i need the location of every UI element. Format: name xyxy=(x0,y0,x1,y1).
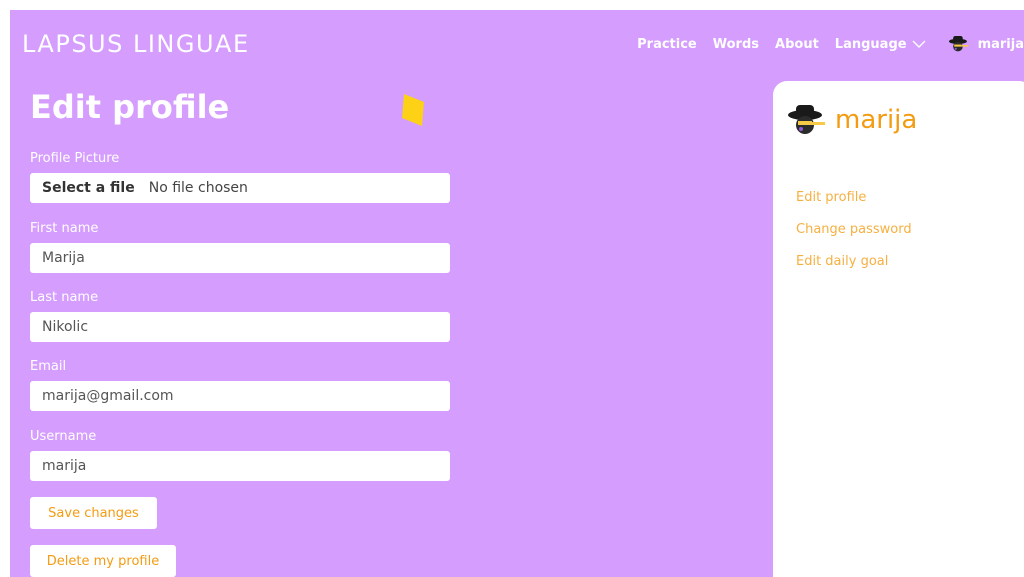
nav-about[interactable]: About xyxy=(775,37,819,52)
nav-practice[interactable]: Practice xyxy=(637,37,697,52)
sidebar-username: marija xyxy=(835,105,918,135)
sidebar-link-edit-profile[interactable]: Edit profile xyxy=(796,190,866,205)
sidebar-link-change-password[interactable]: Change password xyxy=(796,222,912,237)
nav-words[interactable]: Words xyxy=(713,37,759,52)
first-name-label: First name xyxy=(30,221,99,236)
save-changes-button[interactable]: Save changes xyxy=(30,497,157,529)
profile-picture-label: Profile Picture xyxy=(30,151,120,166)
delete-profile-button[interactable]: Delete my profile xyxy=(30,545,176,577)
file-status-text: No file chosen xyxy=(148,180,248,196)
profile-sidebar-card: marija Edit profile Change password Edit… xyxy=(773,81,1024,577)
yellow-diamond-icon xyxy=(402,94,424,126)
last-name-input[interactable] xyxy=(30,312,450,342)
top-nav: Practice Words About Language marija xyxy=(637,34,1024,54)
nav-language-dropdown[interactable]: Language xyxy=(835,37,926,52)
brand-logo[interactable]: LAPSUS LINGUAE xyxy=(22,30,250,58)
username-label: Username xyxy=(30,429,97,444)
select-file-button[interactable]: Select a file xyxy=(42,180,135,196)
chevron-down-icon xyxy=(912,40,926,48)
nav-user-menu[interactable]: marija xyxy=(948,35,1024,53)
avatar-icon xyxy=(948,36,969,52)
email-input[interactable] xyxy=(30,381,450,411)
last-name-label: Last name xyxy=(30,290,99,305)
sidebar-link-edit-daily-goal[interactable]: Edit daily goal xyxy=(796,254,888,269)
email-label: Email xyxy=(30,359,67,374)
page-title: Edit profile xyxy=(30,88,230,126)
first-name-input[interactable] xyxy=(30,243,450,273)
profile-picture-input[interactable]: Select a file No file chosen xyxy=(30,173,450,203)
avatar-icon xyxy=(788,105,825,134)
username-input[interactable] xyxy=(30,451,450,481)
nav-language-label: Language xyxy=(834,36,907,52)
nav-user-name: marija xyxy=(977,36,1024,52)
app-page: LAPSUS LINGUAE Practice Words About Lang… xyxy=(10,10,1024,577)
sidebar-header: marija xyxy=(787,103,917,137)
